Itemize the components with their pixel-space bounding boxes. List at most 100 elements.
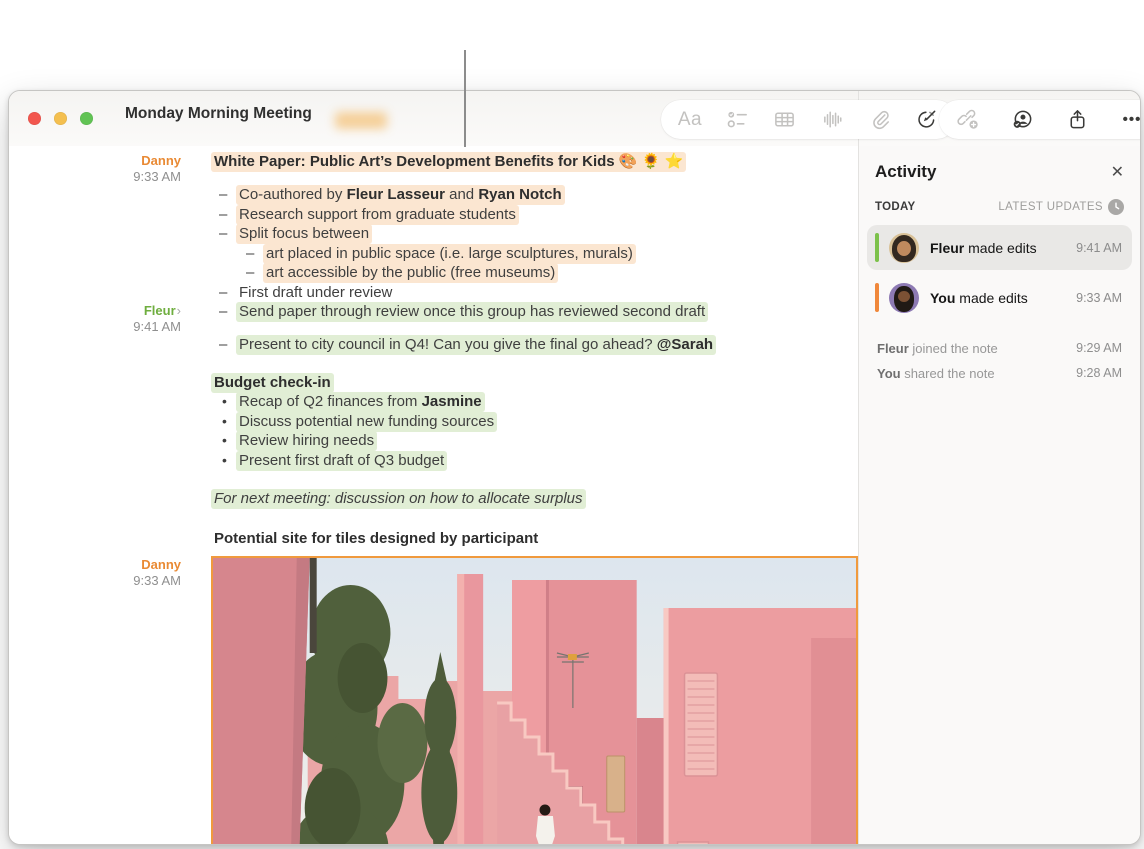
list-bullet: – — [219, 185, 227, 205]
author-name: Danny — [9, 557, 181, 573]
ellipsis-icon: ••• — [1123, 111, 1141, 128]
figure-background: Monday Morning Meeting Aa — [0, 0, 1144, 849]
note-line[interactable]: White Paper: Public Art’s Development Be… — [211, 152, 858, 172]
callout-line — [464, 50, 466, 147]
author-margin — [9, 335, 211, 355]
note-block: –First draft under review — [9, 283, 858, 303]
note-block: –Present to city council in Q4! Can you … — [9, 335, 858, 355]
clock-icon — [1108, 199, 1124, 215]
share-toolbar-group: ••• — [939, 100, 1141, 139]
author-margin — [9, 392, 211, 412]
edit-color-bar — [875, 233, 879, 262]
list-bullet: – — [219, 283, 227, 303]
note-line[interactable]: •Recap of Q2 finances from Jasmine — [211, 392, 858, 412]
log-text: You shared the note — [877, 366, 995, 381]
manage-collaboration-icon — [1011, 108, 1034, 131]
event-text: You made edits — [930, 290, 1068, 306]
writing-tools-button[interactable] — [914, 107, 940, 133]
log-time: 9:29 AM — [1076, 341, 1122, 355]
add-link-button[interactable] — [955, 107, 981, 133]
more-button[interactable]: ••• — [1119, 107, 1141, 133]
note-line[interactable]: For next meeting: discussion on how to a… — [211, 489, 858, 509]
note-line[interactable]: –Research support from graduate students — [211, 205, 858, 225]
format-toolbar-group: Aa — [661, 100, 956, 139]
chevron-right-icon[interactable]: › — [177, 303, 181, 318]
author-margin — [9, 263, 211, 283]
format-button[interactable]: Aa — [677, 107, 703, 133]
author-margin — [9, 244, 211, 264]
activity-log-row: Fleur joined the note9:29 AM — [867, 341, 1132, 355]
list-bullet: • — [222, 392, 227, 412]
list-bullet: – — [219, 302, 227, 322]
activity-log-row: You shared the note 9:28 AM — [867, 366, 1132, 380]
event-text: Fleur made edits — [930, 240, 1068, 256]
close-icon[interactable]: ✕ — [1111, 162, 1124, 182]
note-block: •Present first draft of Q3 budget — [9, 451, 858, 471]
list-bullet: – — [219, 335, 227, 355]
list-bullet: – — [219, 224, 227, 244]
attach-button[interactable] — [867, 107, 893, 133]
note-line[interactable]: –Split focus between — [211, 224, 858, 244]
note-block: For next meeting: discussion on how to a… — [9, 489, 858, 509]
note-block: Fleur›9:41 AM –Send paper through review … — [9, 302, 858, 335]
author-margin — [9, 431, 211, 451]
share-button[interactable] — [1064, 107, 1090, 133]
note-line[interactable]: •Discuss potential new funding sources — [211, 412, 858, 432]
note-line[interactable]: •Present first draft of Q3 budget — [211, 451, 858, 471]
minimize-button[interactable] — [54, 112, 67, 125]
collaboration-button[interactable] — [1010, 107, 1036, 133]
author-stamp: Danny9:33 AM — [9, 557, 181, 589]
note-photo[interactable] — [211, 556, 858, 844]
note-block: •Review hiring needs — [9, 431, 858, 451]
latest-updates-button[interactable]: LATEST UPDATES — [998, 199, 1124, 215]
note-block: –Split focus between — [9, 224, 858, 244]
event-time: 9:33 AM — [1076, 291, 1122, 305]
checklist-icon — [726, 108, 749, 131]
traffic-lights — [28, 112, 93, 125]
close-button[interactable] — [28, 112, 41, 125]
note-line[interactable]: –Present to city council in Q4! Can you … — [211, 335, 858, 355]
note-line[interactable]: –First draft under review — [211, 283, 858, 303]
notes-window: Monday Morning Meeting Aa — [8, 90, 1141, 845]
list-bullet: • — [222, 451, 227, 471]
avatar — [889, 233, 919, 263]
author-margin — [9, 548, 211, 556]
author-margin — [9, 205, 211, 225]
activity-event-row[interactable]: Fleur made edits9:41 AM — [867, 225, 1132, 270]
note-block: •Discuss potential new funding sources — [9, 412, 858, 432]
note-block: Budget check-in — [9, 373, 858, 393]
author-margin — [9, 355, 211, 373]
author-stamp: Danny9:33 AM — [9, 153, 181, 185]
table-button[interactable] — [772, 107, 798, 133]
author-margin: Danny9:33 AM — [9, 152, 211, 185]
author-time: 9:33 AM — [9, 573, 181, 589]
author-margin — [9, 451, 211, 471]
note-line[interactable]: –Co-authored by Fleur Lasseur and Ryan N… — [211, 185, 858, 205]
zoom-button[interactable] — [80, 112, 93, 125]
list-bullet: • — [222, 412, 227, 432]
note-line[interactable]: –Send paper through review once this gro… — [211, 302, 858, 322]
author-time: 9:33 AM — [9, 169, 181, 185]
checklist-button[interactable] — [724, 107, 750, 133]
note-line[interactable]: •Review hiring needs — [211, 431, 858, 451]
note-editor[interactable]: Danny9:33 AMWhite Paper: Public Art’s De… — [9, 146, 858, 844]
note-line[interactable]: Potential site for tiles designed by par… — [211, 529, 858, 549]
audio-button[interactable] — [819, 107, 845, 133]
log-time: 9:28 AM — [1076, 366, 1122, 380]
activity-event-row[interactable]: You made edits 9:33 AM — [867, 275, 1132, 320]
author-margin — [9, 185, 211, 205]
list-bullet: • — [222, 431, 227, 451]
author-margin — [9, 489, 211, 509]
panel-divider — [858, 91, 859, 844]
note-title: Monday Morning Meeting — [125, 105, 312, 123]
note-line[interactable]: Budget check-in — [211, 373, 858, 393]
note-line[interactable]: –art placed in public space (i.e. large … — [211, 244, 858, 264]
note-line[interactable]: –art accessible by the public (free muse… — [211, 263, 858, 283]
note-block: –Co-authored by Fleur Lasseur and Ryan N… — [9, 185, 858, 205]
author-margin — [9, 470, 211, 489]
activity-title: Activity — [875, 162, 936, 182]
author-stamp: Fleur›9:41 AM — [9, 303, 181, 335]
waveform-icon — [821, 108, 844, 131]
author-margin — [9, 283, 211, 303]
writing-tools-pen-icon — [915, 108, 938, 131]
